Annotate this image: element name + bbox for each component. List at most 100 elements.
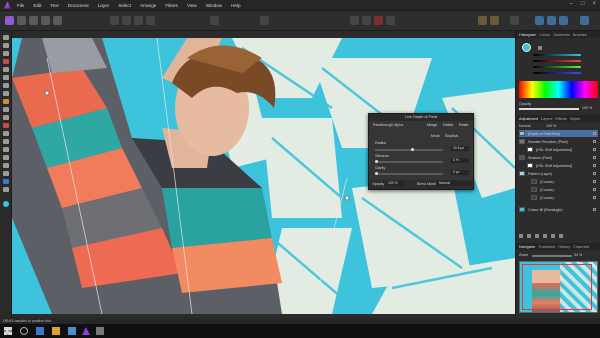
persona-develop-icon[interactable] [29, 16, 38, 25]
blend-mode-select[interactable]: Normal [437, 181, 471, 186]
menu-edit[interactable]: Edit [33, 3, 41, 8]
radius-slider-knob[interactable] [411, 148, 414, 151]
layer-visibility-checkbox[interactable] [593, 148, 596, 151]
selection-brush-icon[interactable] [3, 75, 9, 80]
refine-icon[interactable] [362, 16, 371, 25]
layer-visibility-checkbox[interactable] [593, 156, 596, 159]
start-icon[interactable] [4, 327, 12, 335]
primary-color-icon[interactable] [3, 201, 9, 207]
layer-blend-mode[interactable]: Normal [519, 124, 531, 128]
menu-help[interactable]: Help [231, 3, 240, 8]
colour-spectrum[interactable] [519, 81, 598, 98]
layer-item[interactable]: (Curves) [519, 194, 598, 201]
search-icon[interactable] [20, 327, 28, 335]
minimize-icon[interactable]: – [570, 1, 573, 7]
white-balance-icon[interactable] [146, 16, 155, 25]
layer-item[interactable]: Shadow (Pixel) [519, 154, 598, 161]
blur-handle[interactable] [344, 195, 350, 201]
passthrough-alpha-label[interactable]: Passthrough Alpha [373, 123, 403, 127]
primary-colour-swatch[interactable] [522, 43, 531, 52]
merge-button[interactable]: Merge [427, 123, 437, 127]
edge-browser-icon[interactable] [36, 327, 44, 335]
close-icon[interactable]: × [592, 1, 596, 7]
vibrance-value[interactable]: 0 % [451, 158, 469, 163]
navigator-viewport[interactable] [522, 264, 592, 310]
clone-tool-icon[interactable] [3, 131, 9, 136]
zoom-slider[interactable] [532, 255, 572, 257]
tab-swatches[interactable]: Swatches [554, 33, 570, 37]
vibrance-slider-knob[interactable] [375, 160, 378, 163]
fill-tool-icon[interactable] [3, 99, 9, 104]
clarity-slider[interactable] [375, 172, 443, 175]
dodge-tool-icon[interactable] [3, 123, 9, 128]
menu-document[interactable]: Document [68, 3, 89, 8]
persona-tone-map-icon[interactable] [41, 16, 50, 25]
studio-icon[interactable] [559, 16, 568, 25]
layer-visibility-checkbox[interactable] [593, 132, 596, 135]
color-wheel-icon[interactable] [134, 16, 143, 25]
navigator-preview[interactable] [519, 261, 598, 313]
menu-view[interactable]: View [187, 3, 197, 8]
paint-brush-icon[interactable] [3, 59, 9, 64]
menu-filters[interactable]: Filters [165, 3, 178, 8]
clarity-value[interactable]: 0 px [451, 170, 469, 175]
colour-picker-icon[interactable] [538, 46, 542, 50]
menu-text[interactable]: Text [50, 3, 58, 8]
delete-button[interactable]: Delete [443, 123, 453, 127]
add-layer-icon[interactable] [519, 234, 523, 238]
reset-button[interactable]: Reset [459, 123, 468, 127]
persona-photo-icon[interactable] [5, 16, 14, 25]
group-icon[interactable] [551, 234, 555, 238]
quick-mask-icon[interactable] [350, 16, 359, 25]
persona-liquify-icon[interactable] [17, 16, 26, 25]
fx-icon[interactable] [543, 234, 547, 238]
align-icon[interactable] [490, 16, 499, 25]
tab-history[interactable]: History [558, 245, 570, 249]
opacity-value[interactable]: 100 % [386, 181, 404, 186]
layer-opacity[interactable]: 100 % [546, 124, 556, 128]
layer-item[interactable]: [HSL Shift Adjustment] [519, 146, 598, 153]
vibrance-slider[interactable] [375, 160, 443, 163]
record-icon[interactable] [374, 16, 383, 25]
arrange-icon[interactable] [478, 16, 487, 25]
red-eye-icon[interactable] [3, 163, 9, 168]
text-tool-icon[interactable] [3, 187, 9, 192]
pen-tool-icon[interactable] [3, 171, 9, 176]
layer-visibility-checkbox[interactable] [593, 208, 596, 211]
tab-brushes[interactable]: Brushes [573, 33, 587, 37]
layer-item[interactable]: [HSL Shift Adjustment] [519, 162, 598, 169]
tab-histogram[interactable]: Histogram [519, 33, 536, 37]
marquee-icon[interactable] [3, 91, 9, 96]
trash-icon[interactable] [559, 234, 563, 238]
zoom-value[interactable]: 54 % [574, 253, 582, 257]
erase-tool-icon[interactable] [3, 115, 9, 120]
layer-visibility-checkbox[interactable] [593, 164, 596, 167]
share-icon[interactable] [547, 16, 556, 25]
flood-select-icon[interactable] [3, 83, 9, 88]
blue-slider[interactable] [533, 72, 581, 74]
inpainting-icon[interactable] [3, 155, 9, 160]
opacity-slider[interactable] [519, 108, 579, 110]
gradient-tool-icon[interactable] [3, 107, 9, 112]
opacity-value[interactable]: 100 % [582, 106, 592, 110]
mode-value[interactable]: Elliptical [445, 134, 458, 138]
levels-icon[interactable] [122, 16, 131, 25]
hue-slider[interactable] [533, 54, 581, 56]
menu-arrange[interactable]: Arrange [140, 3, 156, 8]
smudge-tool-icon[interactable] [3, 139, 9, 144]
tab-navigator[interactable]: Navigator [519, 245, 535, 249]
clarity-slider-knob[interactable] [375, 172, 378, 175]
crop-tool-icon[interactable] [3, 67, 9, 72]
layer-item[interactable]: Pattern (Layer) [519, 170, 598, 177]
menu-file[interactable]: File [17, 3, 24, 8]
red-slider[interactable] [533, 60, 581, 62]
tab-channels[interactable]: Channels [573, 245, 589, 249]
adjustments-icon[interactable] [110, 16, 119, 25]
tab-layers[interactable]: Layers [541, 117, 552, 121]
menu-select[interactable]: Select [118, 3, 131, 8]
snapping-icon[interactable] [210, 16, 219, 25]
layer-visibility-checkbox[interactable] [593, 140, 596, 143]
zoom-tool-icon[interactable] [3, 51, 9, 56]
green-slider[interactable] [533, 66, 581, 68]
adjustment-icon[interactable] [535, 234, 539, 238]
